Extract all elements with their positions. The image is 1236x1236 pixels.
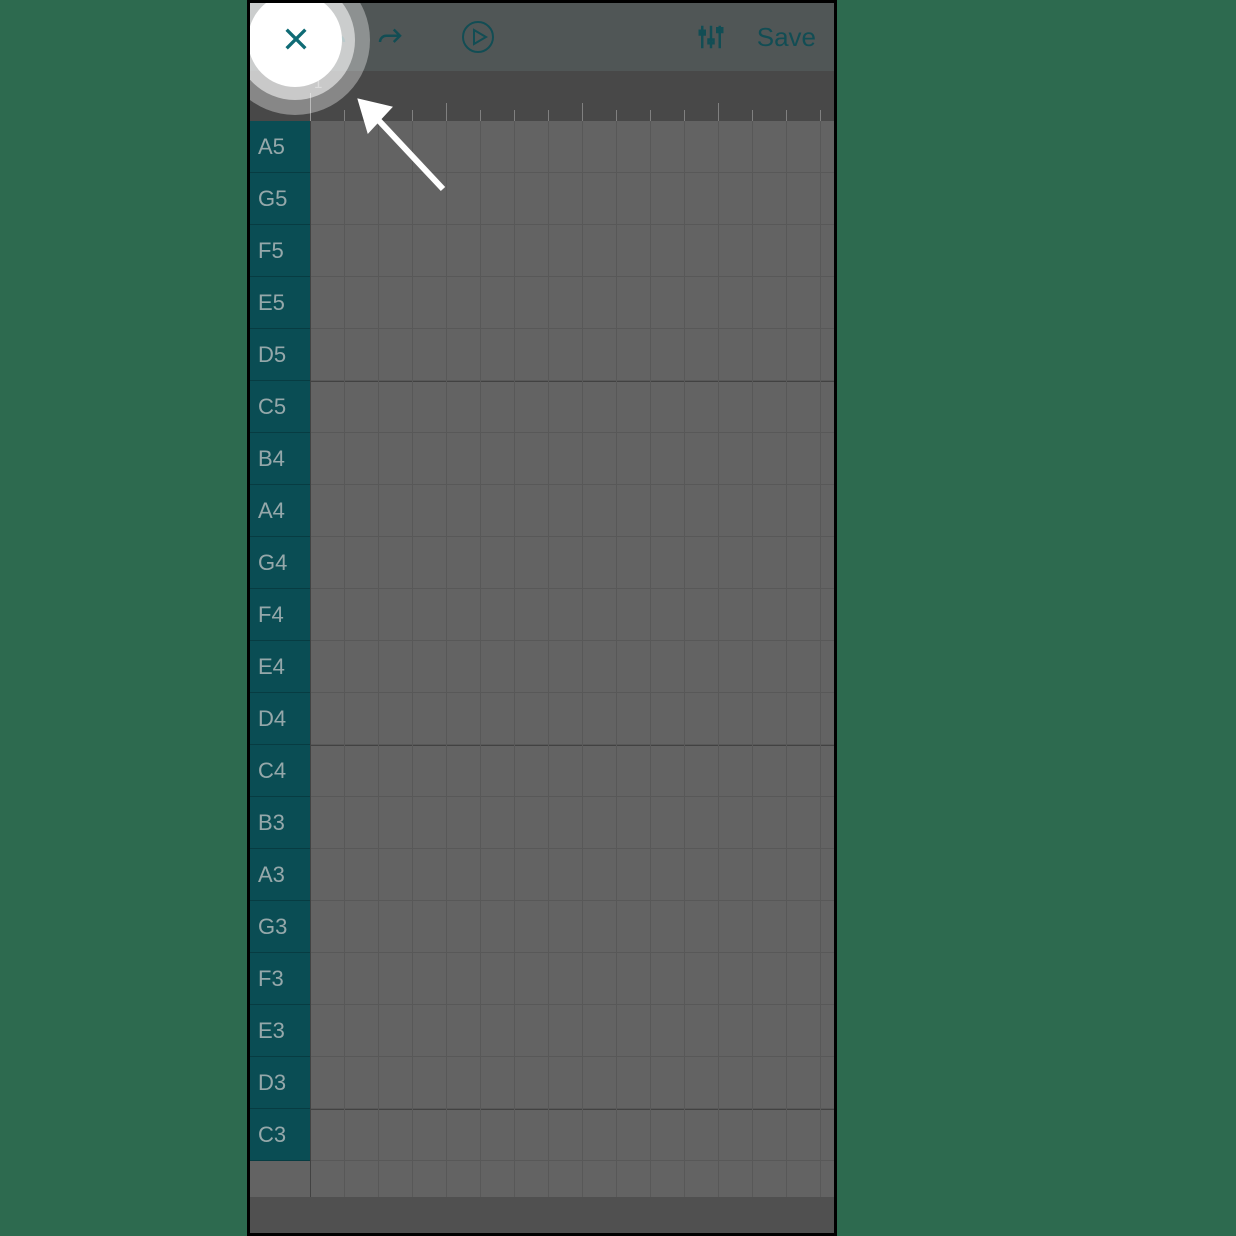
piano-key-E4[interactable]: E4: [250, 641, 310, 693]
grid-row[interactable]: [310, 589, 834, 641]
piano-key-G3[interactable]: G3: [250, 901, 310, 953]
sliders-icon: [696, 22, 726, 52]
undo-icon: [319, 22, 349, 52]
grid-row[interactable]: [310, 121, 834, 173]
grid-row[interactable]: [310, 1005, 834, 1057]
grid-row[interactable]: [310, 745, 834, 797]
close-button[interactable]: [250, 3, 306, 71]
grid-row[interactable]: [310, 329, 834, 381]
piano-key-F3[interactable]: F3: [250, 953, 310, 1005]
piano-key-G5[interactable]: G5: [250, 173, 310, 225]
piano-key-D5[interactable]: D5: [250, 329, 310, 381]
piano-key-B4[interactable]: B4: [250, 433, 310, 485]
piano-key-G4[interactable]: G4: [250, 537, 310, 589]
mixer-button[interactable]: [683, 3, 739, 71]
piano-key-A5[interactable]: A5: [250, 121, 310, 173]
grid-row[interactable]: [310, 537, 834, 589]
piano-key-A4[interactable]: A4: [250, 485, 310, 537]
piano-key-C3[interactable]: C3: [250, 1109, 310, 1161]
piano-key-A3[interactable]: A3: [250, 849, 310, 901]
grid-row[interactable]: [310, 901, 834, 953]
grid-row[interactable]: [310, 277, 834, 329]
piano-key-F4[interactable]: F4: [250, 589, 310, 641]
piano-key-F5[interactable]: F5: [250, 225, 310, 277]
piano-key-E3[interactable]: E3: [250, 1005, 310, 1057]
play-button[interactable]: [450, 3, 506, 71]
note-grid[interactable]: [310, 121, 834, 1197]
piano-key-D4[interactable]: D4: [250, 693, 310, 745]
close-icon: [263, 22, 293, 52]
timeline-ruler[interactable]: 12: [250, 71, 834, 121]
play-icon: [460, 19, 496, 55]
piano-key-C4[interactable]: C4: [250, 745, 310, 797]
ruler-bar-number: 1: [314, 75, 322, 92]
grid-row[interactable]: [310, 797, 834, 849]
app-screen: Save 12 A5G5F5E5D5C5B4A4G4F4E4D4C4B3A3G3…: [250, 3, 834, 1233]
grid-row[interactable]: [310, 485, 834, 537]
piano-key-E5[interactable]: E5: [250, 277, 310, 329]
save-button[interactable]: Save: [739, 22, 834, 53]
grid-row[interactable]: [310, 381, 834, 433]
piano-key-D3[interactable]: D3: [250, 1057, 310, 1109]
piano-key-column: A5G5F5E5D5C5B4A4G4F4E4D4C4B3A3G3F3E3D3C3: [250, 121, 310, 1197]
toolbar: Save: [250, 3, 834, 71]
redo-icon: [375, 22, 405, 52]
footer-bar: [250, 1197, 834, 1233]
grid-row[interactable]: [310, 1057, 834, 1109]
redo-button[interactable]: [362, 3, 418, 71]
grid-row[interactable]: [310, 173, 834, 225]
grid-row[interactable]: [310, 849, 834, 901]
grid-row[interactable]: [310, 641, 834, 693]
piano-key-B3[interactable]: B3: [250, 797, 310, 849]
grid-row[interactable]: [310, 953, 834, 1005]
grid-row[interactable]: [310, 225, 834, 277]
phone-frame: Save 12 A5G5F5E5D5C5B4A4G4F4E4D4C4B3A3G3…: [247, 0, 837, 1236]
piano-key-C5[interactable]: C5: [250, 381, 310, 433]
grid-row[interactable]: [310, 693, 834, 745]
undo-button[interactable]: [306, 3, 362, 71]
grid-row[interactable]: [310, 433, 834, 485]
grid-row[interactable]: [310, 1109, 834, 1161]
